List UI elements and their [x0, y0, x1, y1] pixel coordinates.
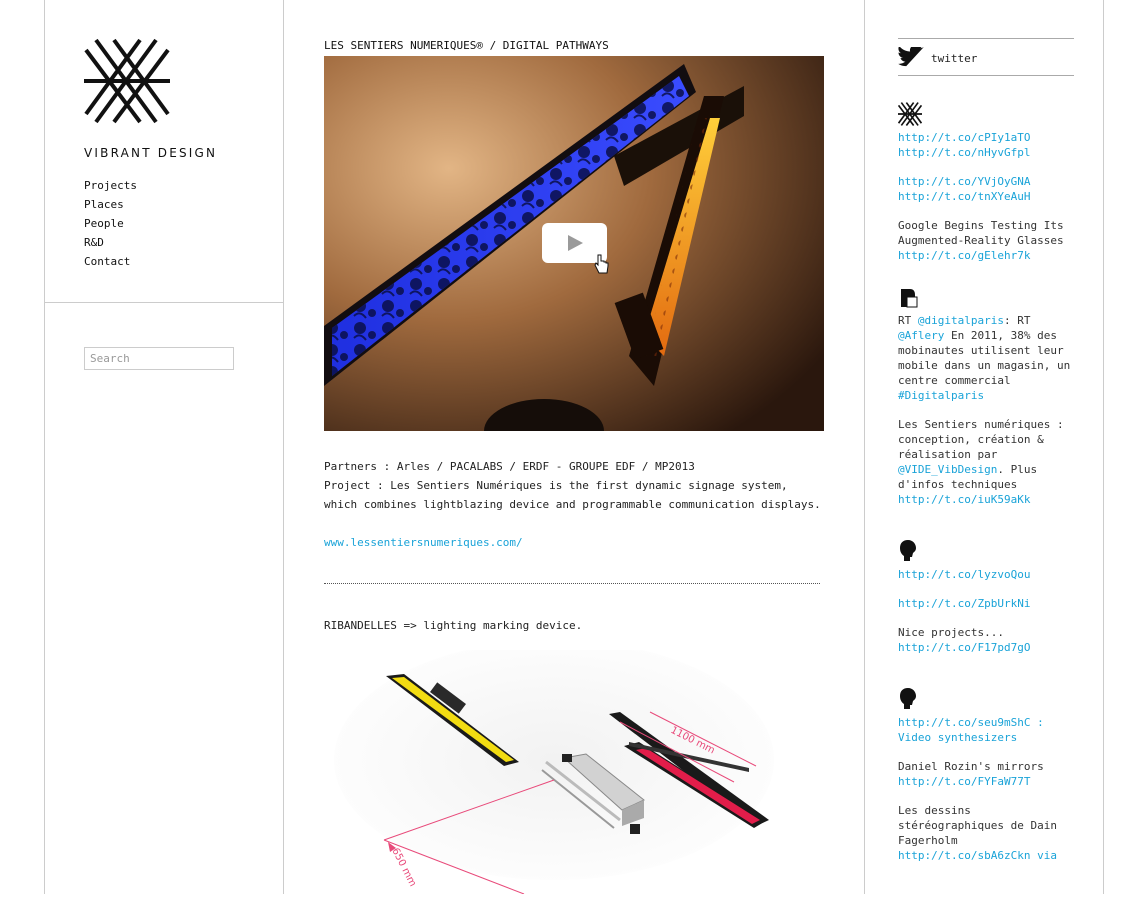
project-title: LES SENTIERS NUMERIQUES® / DIGITAL PATHW… — [324, 39, 609, 52]
main-nav: Projects Places People R&D Contact — [84, 176, 137, 271]
tweet-text: Daniel Rozin's mirrors — [898, 760, 1044, 773]
tweet-link[interactable]: http://t.co/YVjOyGNA — [898, 175, 1030, 188]
tweet-link[interactable]: http://t.co/gElehr7k — [898, 249, 1030, 262]
video-player[interactable] — [324, 56, 824, 431]
vibrant-avatar-icon[interactable] — [898, 102, 922, 126]
tweet-link[interactable]: http://t.co/sbA6zCkn via — [898, 849, 1057, 862]
hand-cursor-icon — [594, 254, 610, 276]
tweet-item: http://t.co/lyzvoQou http://t.co/ZpbUrkN… — [898, 539, 1076, 655]
nav-item-rd[interactable]: R&D — [84, 233, 137, 252]
tweet-item: http://t.co/seu9mShC : Video synthesizer… — [898, 687, 1076, 863]
tweet-item: RT @digitalparis: RT @Aflery En 2011, 38… — [898, 287, 1076, 507]
nav-item-people[interactable]: People — [84, 214, 137, 233]
digitalparis-avatar-icon[interactable] — [898, 287, 920, 309]
tweet-link[interactable]: http://t.co/seu9mShC : Video synthesizer… — [898, 716, 1044, 744]
tweet-text: Nice projects... — [898, 626, 1004, 639]
twitter-bird-icon — [898, 47, 924, 67]
nav-item-projects[interactable]: Projects — [84, 176, 137, 195]
nav-item-places[interactable]: Places — [84, 195, 137, 214]
dotted-separator — [324, 583, 820, 584]
play-icon — [566, 234, 584, 252]
tweet-link[interactable]: http://t.co/ZpbUrkNi — [898, 597, 1030, 610]
right-border — [1103, 0, 1104, 894]
tweet-link[interactable]: http://t.co/nHyvGfpl — [898, 146, 1030, 159]
tweet-text: Google Begins Testing Its Augmented-Real… — [898, 219, 1064, 247]
column-divider-left — [283, 0, 284, 894]
tweet-feed: http://t.co/cPIy1aTO http://t.co/nHyvGfpl… — [898, 102, 1076, 877]
left-border — [44, 0, 45, 894]
tweet-text: Les dessins stéréographiques de Dain Fag… — [898, 804, 1057, 847]
tweet-text: RT @digitalparis: RT @Aflery En 2011, 38… — [898, 314, 1070, 402]
project-partners: Partners : Arles / PACALABS / ERDF - GRO… — [324, 457, 824, 476]
silhouette-avatar-icon[interactable] — [898, 687, 918, 711]
project-summary: Project : Les Sentiers Numériques is the… — [324, 476, 824, 514]
twitter-label: twitter — [931, 52, 977, 65]
tweet-link[interactable]: http://t.co/iuK59aKk — [898, 493, 1030, 506]
tweet-link[interactable]: http://t.co/cPIy1aTO — [898, 131, 1030, 144]
twitter-header[interactable]: twitter — [898, 38, 1074, 76]
exploded-view-illustration: 1100 mm 650 mm — [324, 650, 824, 894]
nav-item-contact[interactable]: Contact — [84, 252, 137, 271]
tweet-link[interactable]: http://t.co/FYFaW77T — [898, 775, 1030, 788]
ribandelles-caption: RIBANDELLES => lighting marking device. — [324, 619, 582, 632]
tweet-text: Les Sentiers numériques : conception, cr… — [898, 418, 1064, 491]
tweet-item: http://t.co/cPIy1aTO http://t.co/nHyvGfpl… — [898, 102, 1076, 263]
column-divider-right — [864, 0, 865, 894]
project-website-link[interactable]: www.lessentiersnumeriques.com/ — [324, 536, 523, 549]
silhouette-avatar-icon[interactable] — [898, 539, 918, 563]
logo-mark-icon — [84, 38, 170, 124]
tweet-link[interactable]: http://t.co/tnXYeAuH — [898, 190, 1030, 203]
tweet-link[interactable]: http://t.co/lyzvoQou — [898, 568, 1030, 581]
tweet-link[interactable]: http://t.co/F17pd7gO — [898, 641, 1030, 654]
brand-name: VIBRANT DESIGN — [84, 146, 217, 160]
dimension-label-650: 650 mm — [389, 846, 418, 888]
search-input[interactable] — [84, 347, 234, 370]
vibrant-logo[interactable] — [84, 38, 170, 127]
project-description: Partners : Arles / PACALABS / ERDF - GRO… — [324, 457, 824, 552]
left-divider — [44, 302, 284, 303]
